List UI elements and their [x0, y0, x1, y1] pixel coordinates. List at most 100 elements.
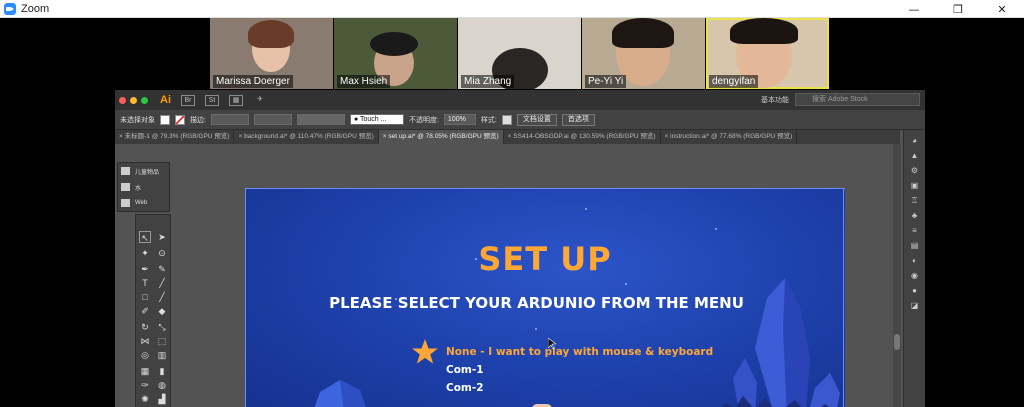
lasso-icon[interactable]: ⊙ [156, 247, 168, 259]
pen-tool-icon[interactable]: ✒ [139, 263, 151, 275]
perspective-grid-icon[interactable]: ▥ [156, 349, 168, 361]
participant-tile[interactable]: Pe-Yi Yi [582, 18, 705, 89]
gradient-icon[interactable]: ▤ [910, 241, 920, 250]
setup-subtitle: PLEASE SELECT YOUR ARDUNIO FROM THE MENU [329, 294, 744, 312]
brush-select[interactable]: ● Touch ... [349, 114, 404, 125]
window-controls: — ❐ ✕ [892, 0, 1024, 18]
gradient-tool-icon[interactable]: ▮ [156, 365, 168, 377]
graph-tool-icon[interactable]: ▟ [156, 393, 168, 405]
libraries-icon[interactable]: ♖ [910, 196, 920, 205]
graphic-styles-icon[interactable]: ● [910, 286, 920, 295]
free-transform-icon[interactable]: ⬚ [156, 335, 168, 347]
document-tab[interactable]: × 未标题-1 @ 79.3% (RGB/GPU 预览) [115, 130, 235, 144]
zoom-title-bar: Zoom — ❐ ✕ [0, 0, 1024, 18]
layer-row[interactable]: 儿童物品 [118, 163, 169, 179]
tab-label: SS414-OBSGDP.ai @ 130.59% (RGB/GPU 预览) [513, 133, 656, 140]
rectangle-tool-icon[interactable]: □ [139, 291, 151, 303]
close-dot-icon[interactable] [119, 96, 126, 104]
transparency-icon[interactable]: ◐ [910, 256, 920, 265]
preferences-button[interactable]: 首选项 [561, 113, 595, 126]
magic-wand-icon[interactable]: ✦ [139, 247, 151, 259]
width-tool-icon[interactable]: ⋈ [139, 335, 151, 347]
tools-panel: ↖ ➤ ✦ ⊙ ✒ ✎ T ╱ □ ╱ ✐ ◆ ↻ ⤡ ⋈ ⬚ ◎ ▥ ▦ ▮ … [135, 214, 171, 407]
menu-option-com1[interactable]: Com-1 [446, 364, 484, 376]
artboard[interactable]: SET UP PLEASE SELECT YOUR ARDUNIO FROM T… [245, 188, 845, 407]
zoom-dot-icon[interactable] [141, 96, 148, 104]
chest-illustration [532, 404, 552, 407]
layer-row[interactable]: Web [118, 195, 169, 211]
fill-swatch[interactable] [160, 114, 170, 125]
color-icon[interactable]: ◕ [910, 136, 920, 145]
stroke-swatch[interactable] [175, 114, 185, 125]
gpu-icon[interactable]: ✈ [253, 95, 267, 106]
paintbrush-icon[interactable]: ╱ [156, 291, 168, 303]
restore-button[interactable]: ❐ [936, 0, 980, 18]
app-title: Zoom [21, 2, 50, 15]
export-icon[interactable]: ◪ [910, 301, 920, 310]
eyedropper-icon[interactable]: ✑ [139, 379, 151, 391]
type-tool-icon[interactable]: T [139, 277, 151, 289]
menu-option-com2[interactable]: Com-2 [446, 382, 484, 394]
stroke-label: 描边: [190, 116, 206, 124]
layer-thumbnail-icon [121, 183, 130, 191]
shape-builder-icon[interactable]: ◎ [139, 349, 151, 361]
bridge-icon[interactable]: Br [181, 94, 195, 106]
shaper-tool-icon[interactable]: ✐ [139, 305, 151, 317]
document-tabs: × 未标题-1 @ 79.3% (RGB/GPU 预览) × backgroun… [115, 130, 900, 144]
symbol-sprayer-icon[interactable]: ✺ [139, 393, 151, 405]
brushes-icon[interactable]: ⚙ [910, 166, 920, 175]
image-icon[interactable]: ▣ [910, 181, 920, 190]
participant-hair [612, 18, 674, 48]
document-setup-button[interactable]: 文档设置 [516, 113, 557, 126]
selection-status: 未选择对象 [120, 116, 155, 124]
variable-width-field[interactable] [253, 114, 292, 125]
participant-tile[interactable]: Max Hsieh [334, 18, 457, 89]
mouse-cursor-icon [548, 338, 556, 350]
opacity-field[interactable]: 100% [443, 114, 476, 125]
workspace-switcher[interactable]: 基本功能 [761, 95, 789, 105]
document-tab[interactable]: × instruction.ai* @ 77.68% (RGB/GPU 预览) [661, 130, 798, 144]
appearance-icon[interactable]: ◉ [910, 271, 920, 280]
participant-name: Marissa Doerger [213, 75, 293, 88]
direct-selection-tool-icon[interactable]: ➤ [156, 231, 168, 243]
close-button[interactable]: ✕ [980, 0, 1024, 18]
participant-tile-active[interactable]: dengyifan [706, 18, 829, 89]
rotate-tool-icon[interactable]: ↻ [139, 321, 151, 333]
scroll-thumb[interactable] [894, 334, 900, 350]
brush-definition-field[interactable] [296, 114, 345, 125]
stroke-weight-field[interactable] [210, 114, 249, 125]
stroke-icon[interactable]: ≡ [910, 226, 920, 235]
arrange-icon[interactable]: ▦ [229, 94, 243, 106]
curvature-tool-icon[interactable]: ✎ [156, 263, 168, 275]
minimize-dot-icon[interactable] [130, 96, 137, 104]
blend-tool-icon[interactable]: ◍ [156, 379, 168, 391]
mesh-tool-icon[interactable]: ▦ [139, 365, 151, 377]
participant-name: Max Hsieh [337, 75, 391, 88]
participant-tile[interactable]: Mia Zhang [458, 18, 581, 89]
style-swatch[interactable] [501, 114, 512, 125]
document-tab[interactable]: × SS414-OBSGDP.ai @ 130.59% (RGB/GPU 预览) [504, 130, 661, 144]
stock-search-input[interactable]: 搜索 Adobe Stock [795, 93, 920, 106]
document-tab-active[interactable]: × set up.ai* @ 78.05% (RGB/GPU 预览) [378, 130, 504, 144]
paragraph-icon[interactable]: ▲ [910, 151, 920, 160]
symbols-icon[interactable]: ♣ [910, 211, 920, 220]
selection-tool-icon[interactable]: ↖ [139, 231, 151, 243]
shared-screen: Ai Br St ▦ ✈ 基本功能 搜索 Adobe Stock 未选择对象 描… [115, 90, 925, 407]
illustrator-logo: Ai [160, 94, 171, 106]
setup-title: SET UP [478, 240, 612, 278]
participant-tile[interactable]: Marissa Doerger [210, 18, 333, 89]
layer-thumbnail-icon [121, 167, 130, 175]
document-tab[interactable]: × background.ai* @ 110.47% (RGB/GPU 预览) [234, 130, 379, 144]
participant-name: Pe-Yi Yi [585, 75, 627, 88]
menu-option-none[interactable]: None - I want to play with mouse & keybo… [446, 346, 713, 358]
brush-value: Touch ... [360, 116, 387, 123]
line-tool-icon[interactable]: ╱ [156, 277, 168, 289]
vertical-scrollbar[interactable] [893, 144, 901, 407]
participant-hair [248, 20, 294, 48]
stock-icon[interactable]: St [205, 94, 219, 106]
eraser-icon[interactable]: ◆ [156, 305, 168, 317]
scale-tool-icon[interactable]: ⤡ [156, 321, 168, 333]
layer-row[interactable]: 水 [118, 179, 169, 195]
zoom-logo-icon [4, 2, 16, 15]
minimize-button[interactable]: — [892, 0, 936, 18]
